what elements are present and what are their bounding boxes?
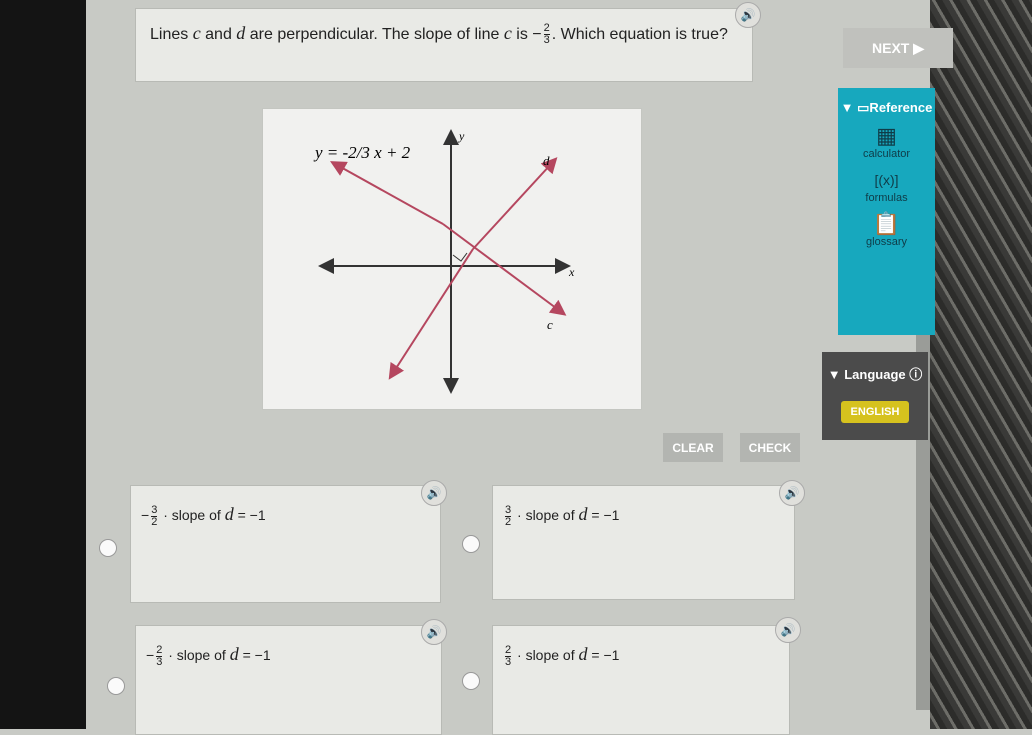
calculator-icon: ▦ bbox=[876, 123, 897, 148]
equation-label: y = -2/3 x + 2 bbox=[315, 143, 411, 162]
background-texture bbox=[930, 0, 1032, 729]
radio-choice-1[interactable] bbox=[99, 539, 117, 557]
x-axis-label: x bbox=[569, 265, 575, 279]
language-toggle[interactable]: ▼ Language ⓘ bbox=[822, 364, 928, 383]
speaker-icon[interactable]: 🔊 bbox=[735, 2, 761, 28]
clear-button[interactable]: CLEAR bbox=[663, 433, 723, 462]
line-d bbox=[472, 157, 558, 250]
speaker-icon[interactable]: 🔊 bbox=[421, 619, 447, 645]
choice-2[interactable]: 32 · slope of d = −1 bbox=[492, 485, 795, 600]
slope-fraction: 23 bbox=[543, 22, 550, 47]
radio-choice-4[interactable] bbox=[462, 672, 480, 690]
line-c bbox=[330, 161, 444, 225]
check-button[interactable]: CHECK bbox=[740, 433, 800, 462]
english-button[interactable]: ENGLISH bbox=[840, 401, 910, 423]
question-prompt: Lines c and d are perpendicular. The slo… bbox=[135, 8, 753, 82]
choice-3[interactable]: −2 3 · slope of d = −1 bbox=[135, 625, 442, 735]
speaker-icon[interactable]: 🔊 bbox=[775, 617, 801, 643]
speaker-icon[interactable]: 🔊 bbox=[421, 480, 447, 506]
clipboard-icon: 📋 bbox=[872, 211, 901, 236]
radio-choice-2[interactable] bbox=[462, 535, 480, 553]
language-panel: ▼ Language ⓘ ENGLISH bbox=[822, 352, 928, 440]
reference-panel: ▼ ▭Reference ▦ calculator [(x)] formulas 📋… bbox=[838, 88, 935, 335]
glossary-tool[interactable]: 📋 glossary bbox=[838, 211, 935, 249]
next-button[interactable]: NEXT ▶ bbox=[843, 28, 953, 68]
left-bezel bbox=[0, 0, 86, 729]
choice-1[interactable]: −3 2 · slope of d = −1 bbox=[130, 485, 441, 603]
y-axis-label: y bbox=[459, 129, 465, 143]
formulas-tool[interactable]: [(x)] formulas bbox=[838, 168, 935, 204]
line-d-label: d bbox=[543, 153, 550, 168]
graph: y = -2/3 x + 2 y x d c bbox=[262, 108, 642, 410]
choice-4[interactable]: 23 · slope of d = −1 bbox=[492, 625, 790, 735]
line-c-label: c bbox=[547, 317, 553, 332]
radio-choice-3[interactable] bbox=[107, 677, 125, 695]
speaker-icon[interactable]: 🔊 bbox=[779, 480, 805, 506]
calculator-tool[interactable]: ▦ calculator bbox=[838, 123, 935, 161]
line-d bbox=[388, 248, 474, 380]
reference-toggle[interactable]: ▼ ▭Reference bbox=[838, 100, 935, 116]
formulas-icon: [(x)] bbox=[874, 172, 899, 188]
